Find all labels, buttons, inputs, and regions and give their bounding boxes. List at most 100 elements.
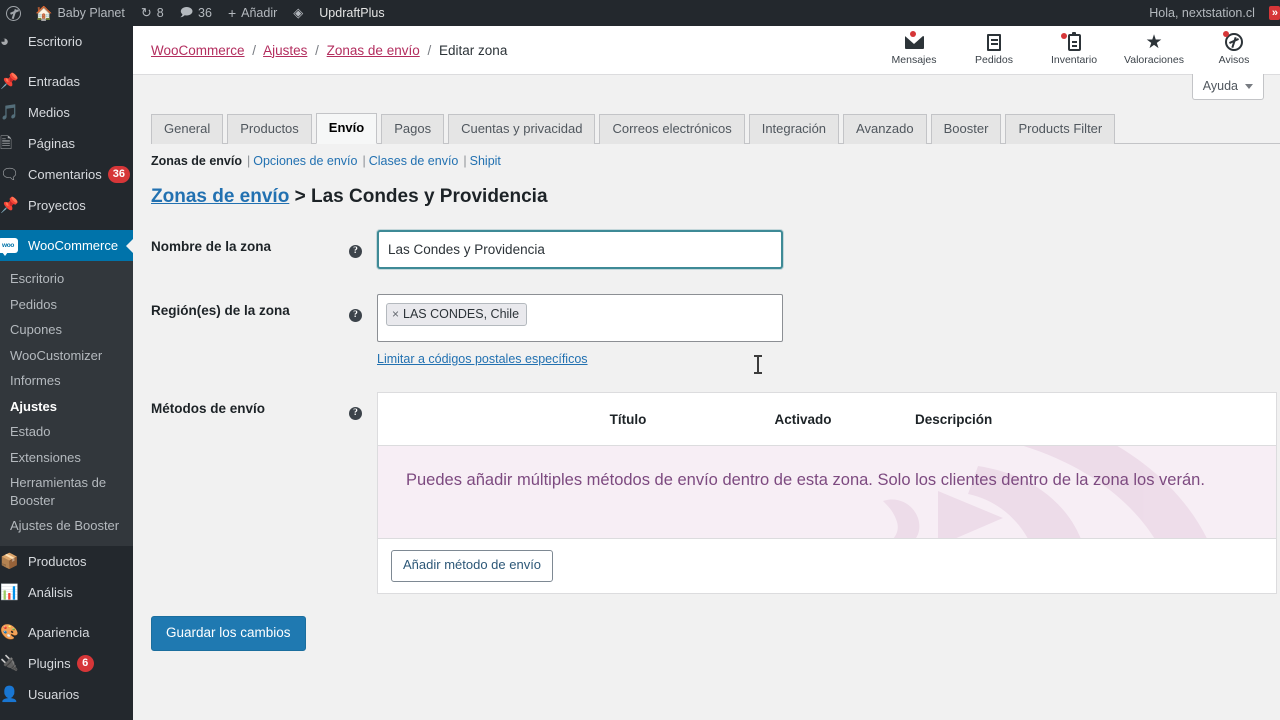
sidebar-item-medios[interactable]: 🎵 Medios [0, 97, 133, 128]
page-title-current: Las Condes y Providencia [310, 186, 548, 207]
sidebar-item-woocommerce[interactable]: woo WooCommerce [0, 230, 133, 261]
plugins-icon: 🔌 [0, 655, 19, 673]
appearance-icon: 🎨 [0, 624, 19, 642]
subnav-item-clases-de-envio[interactable]: Clases de envío [369, 154, 459, 168]
tab-booster[interactable]: Booster [930, 114, 1002, 144]
header-button-mensajes[interactable]: Mensajes [886, 31, 942, 67]
greeting-label: Hola, nextstation.cl [1149, 6, 1255, 20]
tab-correos-electronicos[interactable]: Correos electrónicos [599, 114, 745, 144]
subnav-item-opciones-de-envio[interactable]: Opciones de envío [253, 154, 357, 168]
collapse-badge[interactable]: » [1268, 6, 1280, 20]
zone-regions-label: Región(es) de la zona [151, 303, 290, 318]
table-header-row: Título Activado Descripción [378, 393, 1276, 446]
sidebar-item-label: Proyectos [28, 198, 86, 213]
tab-productos[interactable]: Productos [227, 114, 312, 144]
page-title-link-zonas[interactable]: Zonas de envío [151, 186, 289, 207]
breadcrumb-separator: / [315, 42, 319, 58]
sidebar-item-comentarios[interactable]: 🗨 Comentarios 36 [0, 159, 133, 190]
submenu-item-woocustomizer[interactable]: WooCustomizer [0, 343, 133, 369]
header-icon-label: Avisos [1218, 54, 1250, 67]
shipping-methods-empty-state: Puedes añadir múltiples métodos de envío… [378, 446, 1276, 539]
updraftplus-menu[interactable]: UpdraftPlus [311, 0, 392, 26]
sidebar-item-plugins[interactable]: 🔌 Plugins 6 [0, 648, 133, 679]
pin-icon: 📌 [0, 73, 19, 90]
sidebar-item-label: Entradas [28, 74, 81, 89]
shipping-methods-help[interactable]: ? [349, 392, 377, 594]
subnav-item-shipit[interactable]: Shipit [470, 154, 501, 168]
breadcrumb-link-woocommerce[interactable]: WooCommerce [151, 43, 245, 58]
zone-regions-select[interactable]: × LAS CONDES, Chile [377, 294, 783, 342]
limit-postcodes-link[interactable]: Limitar a códigos postales específicos [377, 352, 588, 366]
new-content-menu[interactable]: + Añadir [220, 0, 285, 26]
admin-bar: 🏠 Baby Planet ↻ 8 🗩 36 + Añadir ◈ Updraf… [0, 0, 1280, 26]
subnav-item-zonas-de-envio[interactable]: Zonas de envío [151, 154, 242, 168]
breadcrumb-link-ajustes[interactable]: Ajustes [263, 43, 307, 58]
header-icon-label: Mensajes [891, 54, 937, 67]
sidebar-item-label: Páginas [28, 136, 75, 151]
shipping-methods-label: Métodos de envío [151, 401, 266, 416]
field-row-zone-name: Nombre de la zona ? [151, 230, 1251, 269]
sidebar-item-label: Productos [28, 554, 87, 570]
remove-icon[interactable]: × [392, 307, 399, 321]
submenu-item-ajustes-booster[interactable]: Ajustes de Booster [0, 513, 133, 539]
tab-products-filter[interactable]: Products Filter [1005, 114, 1116, 144]
breadcrumb-separator: / [427, 42, 432, 58]
header-button-avisos[interactable]: Avisos [1206, 31, 1262, 67]
tab-cuentas-privacidad[interactable]: Cuentas y privacidad [448, 114, 596, 144]
submenu-item-pedidos[interactable]: Pedidos [0, 292, 133, 318]
comments-count-badge: 36 [107, 166, 130, 183]
comments-menu[interactable]: 🗩 36 [172, 0, 220, 26]
submenu-item-estado[interactable]: Estado [0, 419, 133, 445]
submenu-item-herramientas-booster[interactable]: Herramientas de Booster [0, 470, 112, 513]
help-toggle-button[interactable]: Ayuda [1191, 74, 1264, 100]
sidebar-item-productos[interactable]: 📦 Productos [0, 546, 133, 577]
header-button-valoraciones[interactable]: ★ Valoraciones [1124, 32, 1184, 67]
plus-icon: + [227, 5, 237, 21]
submenu-item-informes[interactable]: Informes [0, 368, 133, 394]
sidebar-item-label: Apariencia [28, 625, 90, 641]
sidebar-item-apariencia[interactable]: 🎨 Apariencia [0, 617, 133, 648]
zone-name-help[interactable]: ? [349, 230, 377, 269]
sidebar-item-escritorio[interactable]: ◕ Escritorio [0, 26, 133, 57]
chart-icon: 📊 [0, 584, 19, 602]
diamond-menu[interactable]: ◈ [285, 0, 311, 26]
wp-logo-menu[interactable] [0, 0, 27, 26]
submenu-item-extensiones[interactable]: Extensiones [0, 445, 133, 471]
zone-regions-control: × LAS CONDES, Chile Limitar a códigos po… [377, 294, 1251, 368]
shipping-subnav: Zonas de envío | Opciones de envío | Clases … [151, 154, 501, 168]
wordpress-logo-icon [6, 5, 21, 21]
tab-envio[interactable]: Envío [315, 113, 378, 144]
account-menu[interactable]: Hola, nextstation.cl [1141, 0, 1263, 26]
add-shipping-method-button[interactable]: Añadir método de envío [391, 550, 554, 582]
sidebar-item-proyectos[interactable]: 📌 Proyectos [0, 190, 133, 221]
zone-name-input[interactable] [377, 230, 783, 269]
chevron-down-icon [1245, 83, 1253, 89]
submenu-item-cupones[interactable]: Cupones [0, 317, 133, 343]
header-button-pedidos[interactable]: Pedidos [966, 32, 1022, 67]
site-name-menu[interactable]: 🏠 Baby Planet [27, 0, 133, 26]
header-icon-label: Pedidos [975, 54, 1013, 67]
header-button-inventario[interactable]: Inventario [1046, 31, 1102, 67]
save-section: Guardar los cambios [151, 616, 1251, 652]
breadcrumb-link-zonas-envio[interactable]: Zonas de envío [327, 43, 420, 58]
sidebar-item-analisis[interactable]: 📊 Análisis [0, 577, 133, 608]
woocommerce-icon: woo [0, 238, 26, 256]
tab-pagos[interactable]: Pagos [381, 114, 445, 144]
dashboard-icon: ◕ [0, 33, 10, 50]
sidebar-item-paginas[interactable]: 🗎 Páginas [0, 128, 133, 159]
submenu-item-escritorio[interactable]: Escritorio [0, 266, 133, 292]
tab-general[interactable]: General [151, 114, 224, 144]
updates-menu[interactable]: ↻ 8 [133, 0, 172, 26]
zone-regions-help[interactable]: ? [349, 294, 377, 368]
sidebar-divider [0, 57, 133, 66]
tab-integracion[interactable]: Integración [748, 114, 840, 144]
help-bar: Ayuda [133, 74, 1280, 107]
sidebar-item-entradas[interactable]: 📌 Entradas [0, 66, 133, 97]
tab-avanzado[interactable]: Avanzado [843, 114, 927, 144]
field-row-shipping-methods: Métodos de envío ? Título Activado Descr… [151, 392, 1277, 594]
diamond-icon: ◈ [293, 5, 304, 20]
save-changes-button[interactable]: Guardar los cambios [151, 616, 306, 652]
sidebar-item-usuarios[interactable]: 👤 Usuarios [0, 679, 133, 710]
region-chip[interactable]: × LAS CONDES, Chile [386, 303, 528, 326]
submenu-item-ajustes[interactable]: Ajustes [0, 394, 133, 420]
